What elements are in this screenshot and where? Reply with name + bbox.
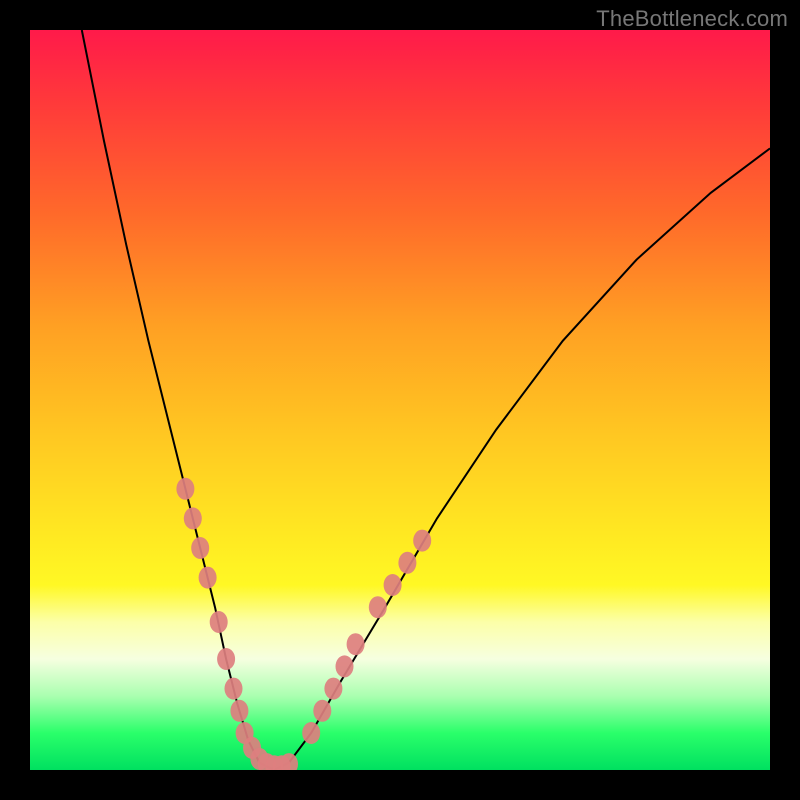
watermark-text: TheBottleneck.com	[596, 6, 788, 32]
data-marker	[199, 567, 217, 589]
data-marker	[324, 678, 342, 700]
data-marker	[176, 478, 194, 500]
data-marker	[313, 700, 331, 722]
data-marker	[217, 648, 235, 670]
data-marker	[225, 678, 243, 700]
data-marker	[210, 611, 228, 633]
data-marker	[302, 722, 320, 744]
chart-container: TheBottleneck.com	[0, 0, 800, 800]
data-marker	[184, 507, 202, 529]
data-marker	[369, 596, 387, 618]
chart-svg	[30, 30, 770, 770]
curve-series	[82, 30, 770, 770]
data-marker	[413, 530, 431, 552]
bottleneck-curve-path	[82, 30, 770, 770]
data-marker	[384, 574, 402, 596]
data-marker	[191, 537, 209, 559]
data-marker	[230, 700, 248, 722]
marker-series	[176, 478, 431, 770]
data-marker	[398, 552, 416, 574]
plot-area	[30, 30, 770, 770]
data-marker	[347, 633, 365, 655]
data-marker	[336, 655, 354, 677]
